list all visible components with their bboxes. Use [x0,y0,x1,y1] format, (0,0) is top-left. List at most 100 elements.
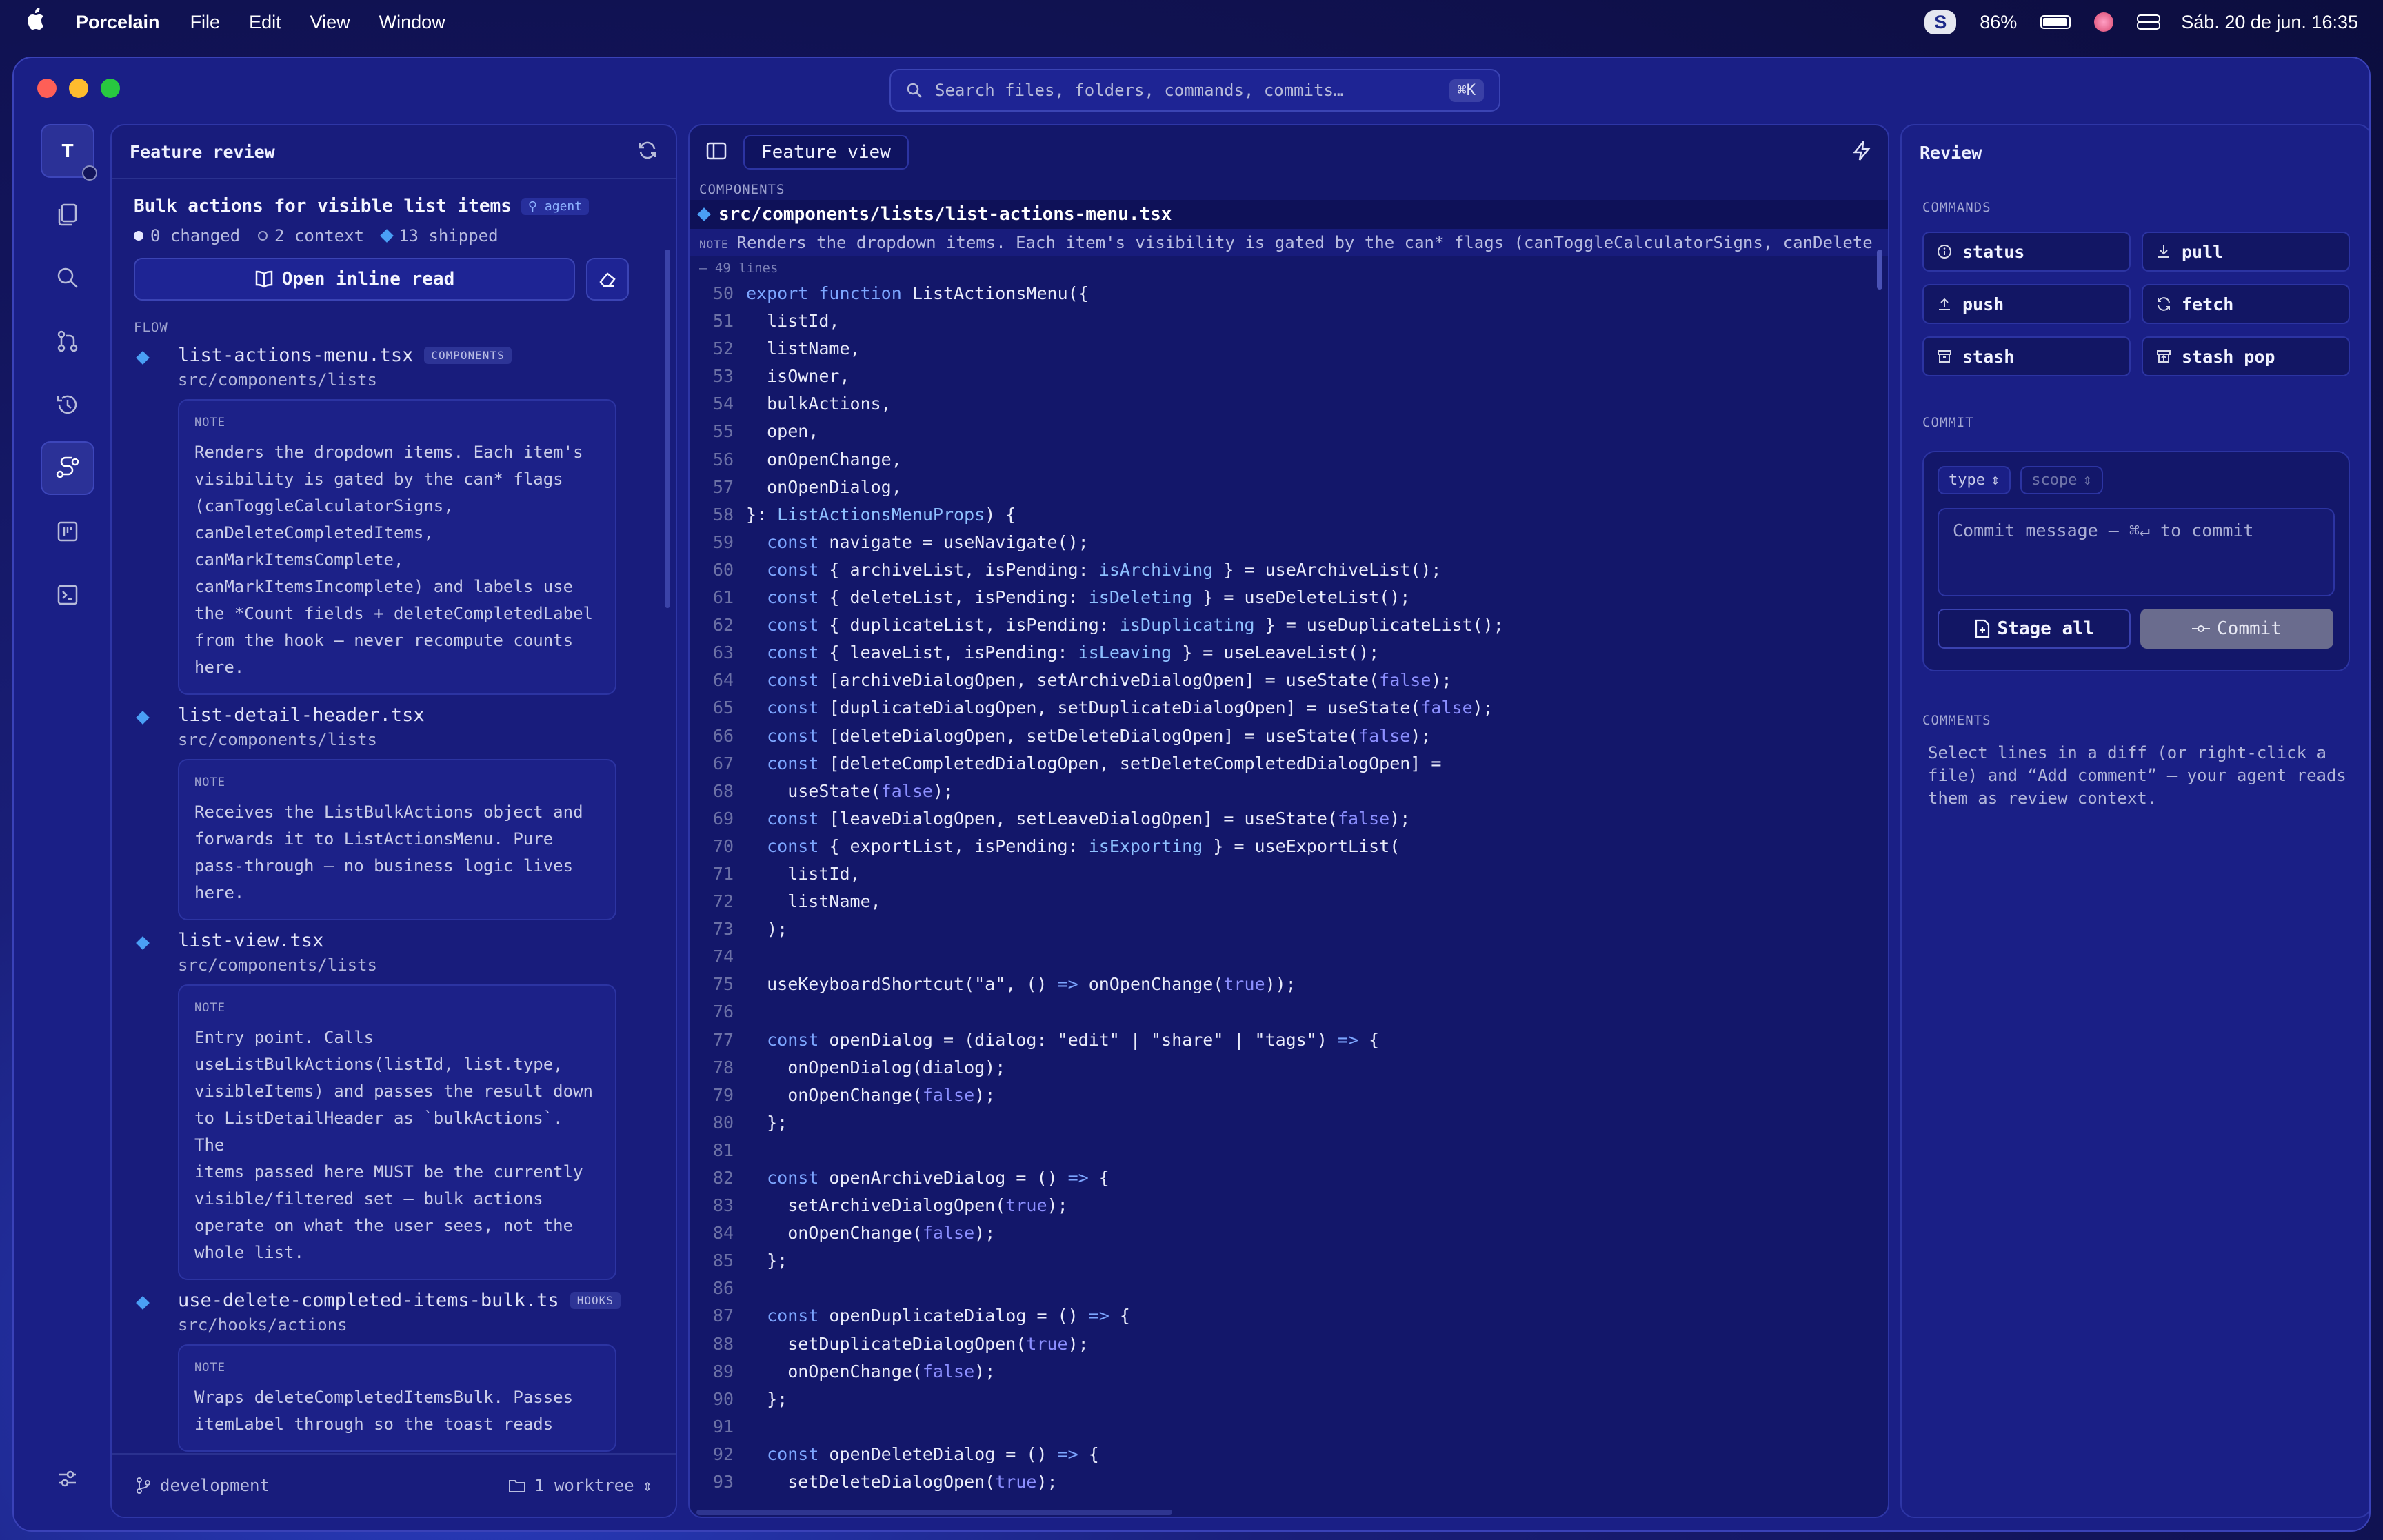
code-line[interactable]: 69 const [leaveDialogOpen, setLeaveDialo… [690,805,1888,833]
code-line[interactable]: 74 [690,943,1888,971]
code-line[interactable]: 91 [690,1413,1888,1441]
code-line[interactable]: 58}: ListActionsMenuProps) { [690,501,1888,529]
flow-item[interactable]: list-detail-header.tsx src/components/li… [134,705,634,920]
git-branch-icon[interactable] [41,314,94,368]
collapsed-lines[interactable]: – 49 lines [690,256,1888,280]
flow-file-name[interactable]: list-actions-menu.tsx [178,345,413,366]
type-select[interactable]: type ⇕ [1938,466,2011,494]
siri-icon[interactable] [2094,12,2114,32]
commit-message-input[interactable]: Commit message — ⌘↵ to commit [1938,508,2335,596]
code-view[interactable]: 50 export function ListActionsMenu({51 li… [690,280,1888,1496]
apple-icon[interactable] [25,7,46,37]
open-inline-read-button[interactable]: Open inline read [134,258,575,301]
code-line[interactable]: 83 setArchiveDialogOpen(true); [690,1192,1888,1219]
code-line[interactable]: 55 open, [690,418,1888,445]
code-line[interactable]: 86 [690,1275,1888,1302]
code-line[interactable]: 84 onOpenChange(false); [690,1219,1888,1247]
s-app-icon[interactable]: S [1924,10,1957,34]
code-line[interactable]: 52 listName, [690,335,1888,363]
status-button[interactable]: status [1922,232,2131,272]
menu-window[interactable]: Window [379,12,445,33]
workspace-avatar[interactable]: T [41,124,97,181]
pull-button[interactable]: pull [2142,232,2350,272]
stash-pop-button[interactable]: stash pop [2142,336,2350,376]
app-name[interactable]: Porcelain [76,12,160,33]
battery-icon[interactable] [2040,15,2071,29]
left-scrollbar[interactable] [665,250,670,608]
lightning-icon[interactable] [1852,139,1871,164]
code-scrollbar-horizontal[interactable] [696,1510,1862,1515]
eraser-button[interactable] [586,258,629,301]
code-line[interactable]: 70 const { exportList, isPending: isExpo… [690,833,1888,860]
flow-item[interactable]: list-view.tsx src/components/lists NOTE … [134,930,634,1280]
global-search[interactable]: Search files, folders, commands, commits… [889,69,1500,112]
code-line[interactable]: 65 const [duplicateDialogOpen, setDuplic… [690,694,1888,722]
code-line[interactable]: 88 setDuplicateDialogOpen(true); [690,1330,1888,1358]
stash-button[interactable]: stash [1922,336,2131,376]
clock[interactable]: Sáb. 20 de jun. 16:35 [2181,12,2358,33]
refresh-icon[interactable] [637,140,658,163]
files-icon[interactable] [41,188,94,241]
code-line[interactable]: 62 const { duplicateList, isPending: isD… [690,611,1888,639]
code-line[interactable]: 72 listName, [690,888,1888,915]
worktree-selector[interactable]: 1 worktree ⇕ [508,1476,652,1495]
minimize-window-button[interactable] [69,79,88,98]
code-line[interactable]: 61 const { deleteList, isPending: isDele… [690,584,1888,611]
code-line[interactable]: 77 const openDialog = (dialog: "edit" | … [690,1026,1888,1054]
code-line[interactable]: 89 onOpenChange(false); [690,1358,1888,1386]
code-line[interactable]: 50 export function ListActionsMenu({ [690,280,1888,307]
code-line[interactable]: 90 }; [690,1386,1888,1413]
code-line[interactable]: 67 const [deleteCompletedDialogOpen, set… [690,750,1888,778]
code-line[interactable]: 56 onOpenChange, [690,446,1888,474]
flow-item[interactable]: use-delete-completed-items-bulk.ts HOOKS … [134,1290,634,1452]
scope-select[interactable]: scope ⇕ [2020,466,2103,494]
code-line[interactable]: 78 onOpenDialog(dialog); [690,1054,1888,1082]
control-center-icon[interactable] [2137,14,2161,30]
branch-name[interactable]: development [160,1476,270,1495]
push-button[interactable]: push [1922,284,2131,324]
code-line[interactable]: 80 }; [690,1109,1888,1137]
code-line[interactable]: 93 setDeleteDialogOpen(true); [690,1468,1888,1496]
flow-icon[interactable] [41,441,94,495]
stage-all-button[interactable]: Stage all [1938,609,2131,649]
file-header[interactable]: src/components/lists/list-actions-menu.t… [690,200,1888,229]
code-line[interactable]: 54 bulkActions, [690,390,1888,418]
code-line[interactable]: 75 useKeyboardShortcut("a", () => onOpen… [690,971,1888,998]
flow-item[interactable]: list-actions-menu.tsx COMPONENTS src/comp… [134,345,634,695]
sidebar-toggle-icon[interactable] [706,141,727,163]
terminal-icon[interactable] [41,568,94,622]
zoom-window-button[interactable] [101,79,120,98]
code-line[interactable]: 60 const { archiveList, isPending: isArc… [690,556,1888,584]
code-line[interactable]: 79 onOpenChange(false); [690,1082,1888,1109]
code-line[interactable]: 85 }; [690,1247,1888,1275]
history-icon[interactable] [41,378,94,432]
fetch-button[interactable]: fetch [2142,284,2350,324]
menu-edit[interactable]: Edit [249,12,281,33]
board-icon[interactable] [41,505,94,558]
close-window-button[interactable] [37,79,57,98]
code-scrollbar-vertical[interactable] [1877,250,1882,290]
code-line[interactable]: 73 ); [690,915,1888,943]
commit-button[interactable]: Commit [2140,609,2333,649]
menu-file[interactable]: File [190,12,221,33]
flow-file-name[interactable]: list-view.tsx [178,930,323,951]
code-line[interactable]: 59 const navigate = useNavigate(); [690,529,1888,556]
menu-view[interactable]: View [310,12,350,33]
code-line[interactable]: 66 const [deleteDialogOpen, setDeleteDia… [690,722,1888,750]
flow-file-name[interactable]: use-delete-completed-items-bulk.ts [178,1290,559,1311]
code-line[interactable]: 76 [690,998,1888,1026]
code-line[interactable]: 82 const openArchiveDialog = () => { [690,1164,1888,1192]
code-line[interactable]: 63 const { leaveList, isPending: isLeavi… [690,639,1888,667]
code-line[interactable]: 71 listId, [690,860,1888,888]
code-line[interactable]: 51 listId, [690,307,1888,335]
code-line[interactable]: 81 [690,1137,1888,1164]
search-icon[interactable] [41,251,94,305]
flow-file-name[interactable]: list-detail-header.tsx [178,705,425,726]
code-line[interactable]: 68 useState(false); [690,778,1888,805]
code-line[interactable]: 57 onOpenDialog, [690,474,1888,501]
view-tab[interactable]: Feature view [743,135,909,170]
code-line[interactable]: 64 const [archiveDialogOpen, setArchiveD… [690,667,1888,694]
code-line[interactable]: 92 const openDeleteDialog = () => { [690,1441,1888,1468]
code-line[interactable]: 87 const openDuplicateDialog = () => { [690,1302,1888,1330]
settings-sliders-icon[interactable] [41,1452,94,1506]
